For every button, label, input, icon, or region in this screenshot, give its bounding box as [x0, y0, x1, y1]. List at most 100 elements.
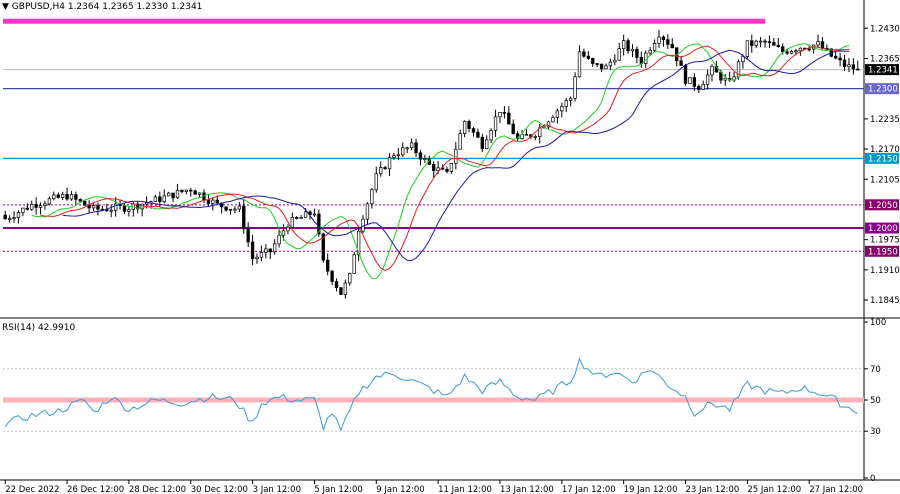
candle-body [228, 208, 233, 211]
candle-body [211, 199, 215, 204]
candle-body [781, 46, 785, 53]
rsi-tick-label: 100 [870, 318, 886, 328]
candle-body [233, 208, 237, 211]
candle-body [591, 58, 595, 64]
candle-body [423, 158, 427, 160]
candle-body [511, 123, 515, 135]
candle-body [352, 254, 356, 274]
candle-body [418, 152, 423, 160]
rsi-tick-label: 50 [870, 396, 881, 406]
time-tick-label: 17 Jan 12:00 [562, 485, 616, 494]
candle-body [701, 83, 705, 90]
level-tag-1.2150: 1.2150 [868, 154, 898, 164]
candle-body [25, 207, 29, 210]
candle-body [489, 130, 493, 141]
candle-body [679, 60, 683, 66]
price-tick-label: 1.2235 [870, 115, 900, 125]
candle-body [498, 112, 502, 118]
candle-body [56, 194, 60, 198]
candle-body [767, 41, 772, 44]
candle-body [449, 163, 454, 172]
candle-body [242, 205, 246, 230]
rsi-tick-label: 70 [870, 365, 881, 375]
candle-body [657, 36, 661, 44]
candle-body [43, 203, 47, 207]
candle-body [339, 287, 343, 295]
candle-body [303, 211, 308, 218]
candle-body [392, 155, 396, 158]
candle-body [445, 168, 449, 172]
candle-body [471, 128, 476, 133]
rsi-line [4, 357, 859, 432]
candle-body [595, 63, 599, 65]
candle-body [83, 200, 87, 206]
price-tags: 1.2300 1.2150 1.2050 1.2000 1.1950 1.2341 [865, 64, 899, 257]
candle-body [776, 44, 780, 48]
price-tick-label: 1.1845 [870, 296, 900, 306]
candle-body [458, 133, 462, 150]
candle-body [215, 199, 219, 204]
price-tick-label: 1.2430 [870, 24, 900, 34]
candle-body [652, 42, 657, 51]
candle-body [78, 198, 82, 202]
candle-body [122, 205, 127, 212]
price-tick-label: 1.2365 [870, 54, 900, 64]
candle-body [745, 40, 750, 57]
candle-body [551, 117, 555, 123]
candle-body [361, 218, 365, 232]
candle-body [290, 217, 295, 228]
candle-body [184, 189, 189, 192]
candle-body [109, 209, 113, 212]
candle-body [697, 85, 701, 90]
candle-body [34, 203, 38, 208]
time-tick-label: 26 Dec 12:00 [67, 485, 124, 494]
candle-body [326, 259, 330, 272]
candle-body [524, 133, 529, 136]
candle-body [299, 217, 303, 219]
candle-body [144, 202, 149, 205]
candle-body [374, 173, 378, 191]
candle-body [613, 59, 617, 63]
candle-body [264, 248, 268, 253]
candle-body [816, 41, 820, 46]
rsi-tick-label: 30 [870, 427, 881, 437]
candle-body [763, 40, 767, 43]
trading-chart[interactable]: 1.24301.23651.22351.21701.21051.19751.19… [0, 0, 900, 494]
current-price-tag: 1.2341 [868, 66, 898, 76]
candle-body [568, 97, 573, 101]
price-tick-label: 1.2105 [870, 175, 900, 185]
candle-body [47, 198, 52, 205]
candle-body [175, 189, 180, 199]
candle-body [38, 205, 43, 208]
candle-body [348, 273, 352, 284]
candle-body [838, 57, 842, 61]
candle-body [65, 194, 69, 200]
candle-body [405, 147, 409, 150]
price-tick-label: 1.1975 [870, 236, 900, 246]
candle-body [414, 142, 418, 154]
candle-body [334, 281, 339, 288]
candle-body [224, 206, 228, 211]
candle-body [162, 195, 166, 202]
time-tick-label: 27 Jan 12:00 [809, 485, 863, 494]
candle-body [268, 248, 272, 253]
candle-body [485, 139, 489, 149]
candle-body [432, 164, 436, 171]
candle-body [166, 192, 171, 197]
time-tick-label: 5 Jan 12:00 [314, 485, 362, 494]
candle-body [621, 40, 626, 50]
candle-body [16, 212, 21, 218]
candle-body [480, 136, 484, 149]
rsi-panel: 100 70 50 30 0 [3, 318, 886, 484]
candle-body [630, 48, 635, 52]
candle-body [171, 192, 175, 199]
candle-body [533, 136, 537, 138]
time-tick-label: 9 Jan 12:00 [376, 485, 424, 494]
candle-body [3, 214, 7, 220]
candle-body [842, 59, 847, 67]
candle-body [462, 121, 467, 134]
candle-body [286, 226, 290, 232]
level-tag-1.2050: 1.2050 [868, 201, 898, 211]
candle-body [577, 51, 582, 78]
candle-body [96, 205, 100, 210]
